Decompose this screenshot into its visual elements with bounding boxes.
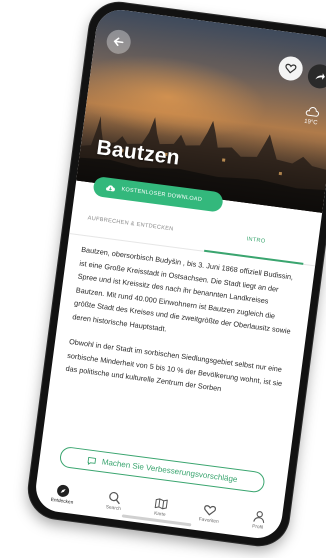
nav-item-search[interactable]: Search [105,490,123,512]
free-download-label: KOSTENLOSER DOWNLOAD [121,186,203,204]
share-arrow-icon [315,73,325,80]
description-text: Bautzen, obersorbisch Budyšin , bis 3. J… [63,243,302,416]
nav-label: Search [105,505,122,513]
cloud-download-icon [106,185,115,192]
stage: 19°C Bautzen KOSTENLOSER DOWNLOAD AUFBRE… [0,0,326,558]
nav-item-favoriten[interactable]: Favoriten [198,503,220,525]
nav-item-profil[interactable]: Profil [251,509,266,531]
nav-label: Profil [251,524,264,531]
tab-intro[interactable]: INTRO [192,216,319,266]
tab-explore-label: AUFBRECHEN & ENTDECKEN [87,214,174,233]
map-icon [154,498,168,510]
tab-intro-label: INTRO [246,235,266,245]
heart-icon [285,63,297,74]
nav-item-entdecken[interactable]: Entdecken [50,483,75,506]
arrow-left-icon [113,37,124,47]
search-icon [109,491,120,505]
cloud-sun-icon [305,107,319,117]
nav-label: Favoriten [198,517,219,525]
compass-icon [57,484,70,497]
app-screen: 19°C Bautzen KOSTENLOSER DOWNLOAD AUFBRE… [33,6,326,542]
phone-frame: 19°C Bautzen KOSTENLOSER DOWNLOAD AUFBRE… [25,0,326,549]
tab-explore[interactable]: AUFBRECHEN & ENTDECKEN [69,199,191,248]
person-icon [252,511,264,523]
nav-item-karte[interactable]: Karte [153,497,168,519]
share-button[interactable] [306,62,326,90]
nav-label: Entdecken [50,497,74,506]
nav-label: Karte [153,511,166,518]
favorite-button[interactable] [277,55,305,82]
heart-icon [204,505,217,516]
weather-widget: 19°C [298,104,326,127]
chat-bubble-icon [87,456,97,465]
